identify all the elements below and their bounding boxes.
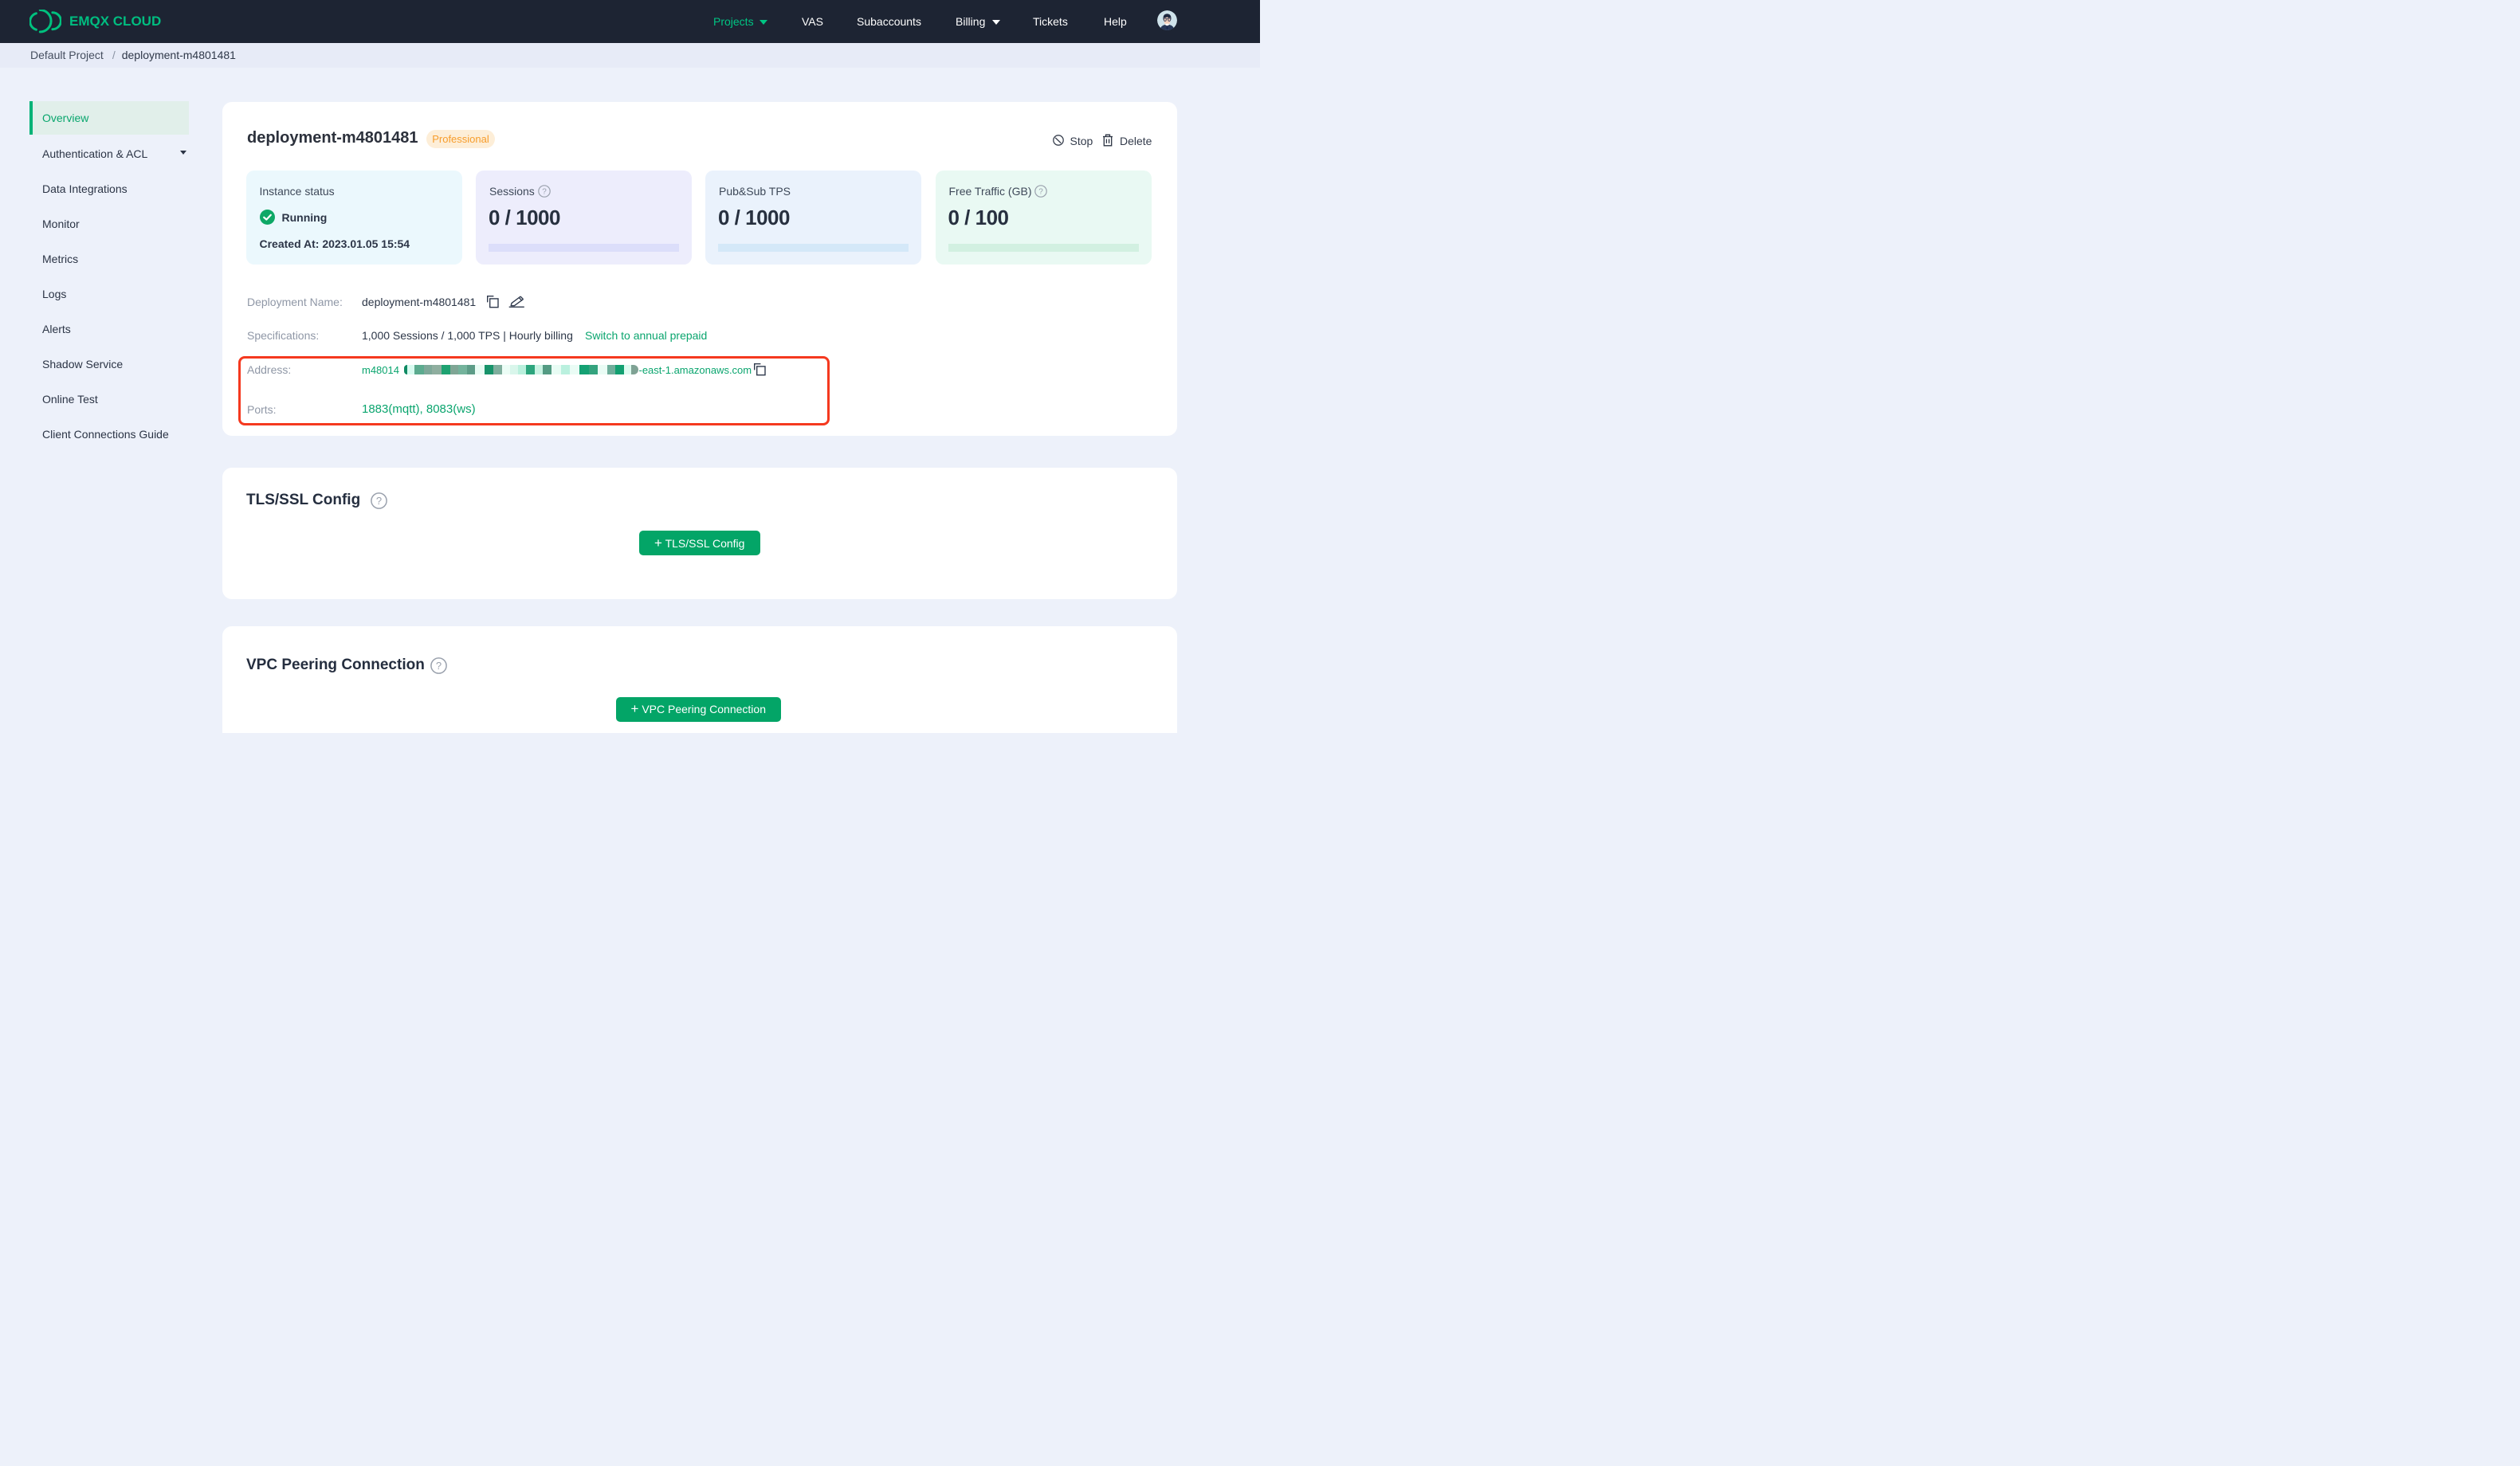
svg-text:?: ? — [1039, 187, 1044, 196]
svg-text:?: ? — [376, 495, 382, 507]
svg-text:?: ? — [436, 660, 442, 672]
svg-text:?: ? — [542, 187, 547, 196]
